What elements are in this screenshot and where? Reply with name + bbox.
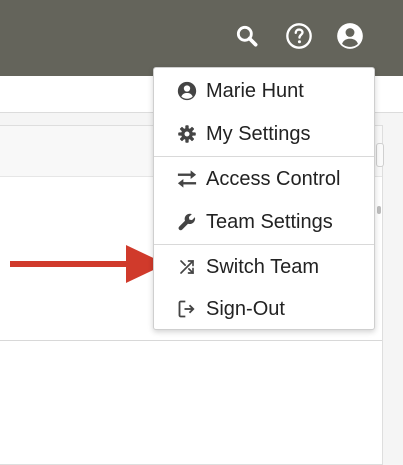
menu-divider xyxy=(154,244,374,245)
menu-item-sign-out[interactable]: Sign-Out xyxy=(154,288,374,330)
shuffle-icon xyxy=(176,256,198,278)
menu-item-label: Access Control xyxy=(206,167,341,190)
menu-item-team-settings[interactable]: Team Settings xyxy=(154,201,374,243)
menu-item-label: Marie Hunt xyxy=(206,79,304,102)
menu-item-my-settings[interactable]: My Settings xyxy=(154,113,374,155)
account-icon[interactable] xyxy=(336,22,364,50)
gear-icon xyxy=(176,123,198,145)
top-app-bar xyxy=(0,0,403,76)
user-circle-icon xyxy=(176,80,198,102)
wrench-icon xyxy=(176,211,198,233)
scroll-indicator xyxy=(377,206,381,214)
menu-item-access-control[interactable]: Access Control xyxy=(154,158,374,200)
menu-item-label: Team Settings xyxy=(206,210,333,233)
scroll-handle[interactable] xyxy=(376,143,384,167)
menu-item-label: My Settings xyxy=(206,122,311,145)
panel-divider xyxy=(0,340,382,341)
menu-item-profile[interactable]: Marie Hunt xyxy=(154,70,374,112)
sign-out-icon xyxy=(176,298,198,320)
user-dropdown-menu: Marie Hunt My Settings Access Control Te… xyxy=(153,67,375,330)
search-icon[interactable] xyxy=(233,22,261,50)
annotation-arrow-icon xyxy=(10,245,166,283)
menu-item-switch-team[interactable]: Switch Team xyxy=(154,246,374,288)
menu-divider xyxy=(154,156,374,157)
menu-item-label: Switch Team xyxy=(206,255,320,278)
help-icon[interactable] xyxy=(285,22,313,50)
swap-arrows-icon xyxy=(176,168,198,190)
menu-item-label: Sign-Out xyxy=(206,297,285,320)
